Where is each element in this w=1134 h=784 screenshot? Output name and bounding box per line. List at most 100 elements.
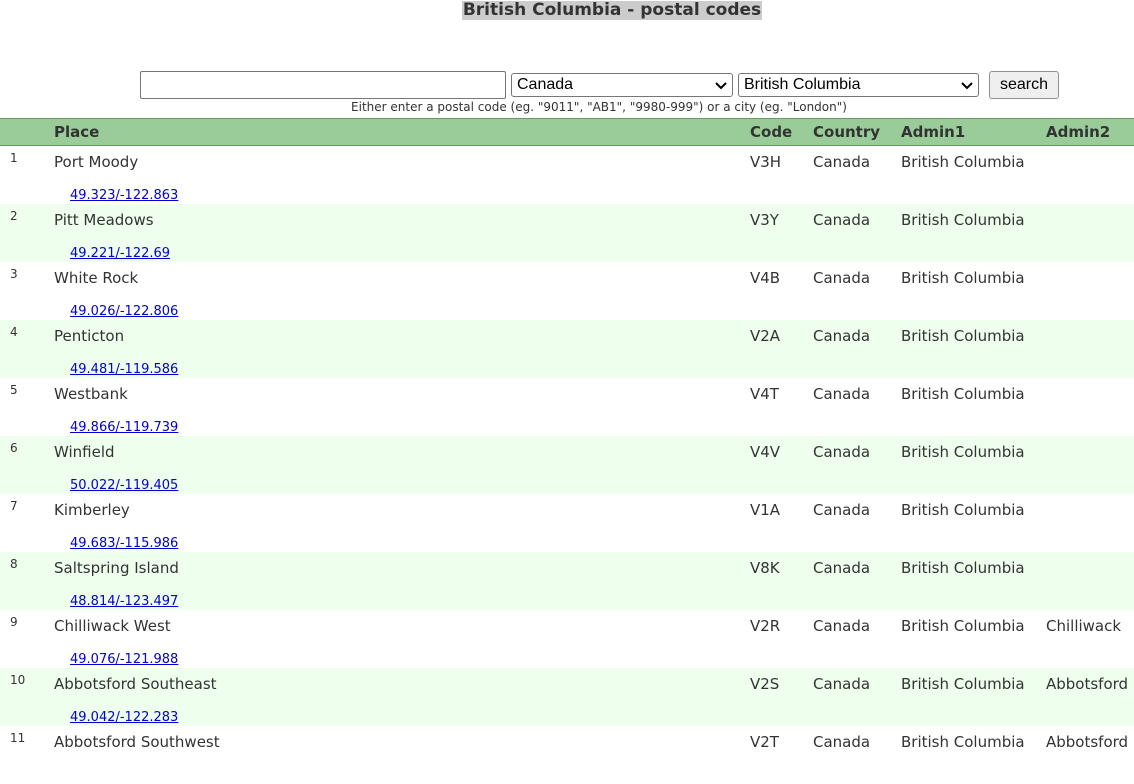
row-number: 2 <box>0 204 54 235</box>
row-spacer <box>0 351 54 378</box>
admin2-name <box>1046 552 1134 583</box>
row-number: 5 <box>0 378 54 409</box>
place-name: Chilliwack West <box>54 610 750 641</box>
table-row: 5WestbankV4TCanadaBritish Columbia <box>0 378 1134 409</box>
coordinates-link[interactable]: 49.481/-119.586 <box>70 362 178 377</box>
table-row-coords: 49.323/-122.863 <box>0 177 1134 204</box>
admin2-name <box>1046 262 1134 293</box>
results-table: Place Code Country Admin1 Admin2 1Port M… <box>0 118 1134 784</box>
coords-cell: 49.076/-121.988 <box>54 641 1134 668</box>
country-select-value: Canada <box>517 76 573 93</box>
coords-cell: 49.042/-122.283 <box>54 699 1134 726</box>
header-admin1[interactable]: Admin1 <box>901 119 1046 146</box>
admin1-name: British Columbia <box>901 494 1046 525</box>
place-name: Kimberley <box>54 494 750 525</box>
country-name: Canada <box>813 204 901 235</box>
page-title-text: British Columbia - postal codes <box>462 1 762 20</box>
table-row: 9Chilliwack WestV2RCanadaBritish Columbi… <box>0 610 1134 641</box>
coordinates-link[interactable]: 49.683/-115.986 <box>70 536 178 551</box>
postal-code: V4B <box>750 262 813 293</box>
coordinates-link[interactable]: 50.022/-119.405 <box>70 478 178 493</box>
table-row: 4PentictonV2ACanadaBritish Columbia <box>0 320 1134 351</box>
coordinates-link[interactable]: 49.221/-122.69 <box>70 246 170 261</box>
row-spacer <box>0 583 54 610</box>
postal-code: V3Y <box>750 204 813 235</box>
chevron-down-icon <box>960 78 974 92</box>
table-header-row: Place Code Country Admin1 Admin2 <box>0 119 1134 146</box>
coords-cell: 49.683/-115.986 <box>54 525 1134 552</box>
header-place[interactable]: Place <box>54 119 750 146</box>
page-title: British Columbia - postal codes <box>0 0 1134 20</box>
admin1-name: British Columbia <box>901 726 1046 757</box>
table-row-coords: 50.022/-119.405 <box>0 467 1134 494</box>
admin1-name: British Columbia <box>901 610 1046 641</box>
row-spacer <box>0 525 54 552</box>
place-name: Westbank <box>54 378 750 409</box>
admin2-name <box>1046 436 1134 467</box>
country-name: Canada <box>813 494 901 525</box>
coordinates-link[interactable]: 49.866/-119.739 <box>70 420 178 435</box>
row-spacer <box>0 641 54 668</box>
header-admin2[interactable]: Admin2 <box>1046 119 1134 146</box>
place-name: Pitt Meadows <box>54 204 750 235</box>
table-row-coords <box>0 757 1134 784</box>
row-number: 7 <box>0 494 54 525</box>
results-body: 1Port MoodyV3HCanadaBritish Columbia49.3… <box>0 146 1134 784</box>
table-row-coords: 49.076/-121.988 <box>0 641 1134 668</box>
place-name: Winfield <box>54 436 750 467</box>
coords-cell: 49.221/-122.69 <box>54 235 1134 262</box>
coords-cell: 49.866/-119.739 <box>54 409 1134 436</box>
row-spacer <box>0 293 54 320</box>
table-row: 2Pitt MeadowsV3YCanadaBritish Columbia <box>0 204 1134 235</box>
header-code[interactable]: Code <box>750 119 813 146</box>
table-row: 11Abbotsford SouthwestV2TCanadaBritish C… <box>0 726 1134 757</box>
admin1-name: British Columbia <box>901 204 1046 235</box>
admin2-name <box>1046 494 1134 525</box>
admin1-name: British Columbia <box>901 320 1046 351</box>
admin2-name: Abbotsford <box>1046 726 1134 757</box>
search-button[interactable]: search <box>989 71 1059 99</box>
coordinates-link[interactable]: 48.814/-123.497 <box>70 594 178 609</box>
table-row-coords: 49.026/-122.806 <box>0 293 1134 320</box>
row-spacer <box>0 235 54 262</box>
table-row: 6WinfieldV4VCanadaBritish Columbia <box>0 436 1134 467</box>
place-name: Abbotsford Southeast <box>54 668 750 699</box>
table-row-coords: 49.481/-119.586 <box>0 351 1134 378</box>
coordinates-link[interactable]: 49.042/-122.283 <box>70 710 178 725</box>
place-name: Saltspring Island <box>54 552 750 583</box>
table-row-coords: 49.683/-115.986 <box>0 525 1134 552</box>
header-country[interactable]: Country <box>813 119 901 146</box>
table-row-coords: 49.042/-122.283 <box>0 699 1134 726</box>
place-name: White Rock <box>54 262 750 293</box>
search-hint: Either enter a postal code (eg. "9011", … <box>0 100 1134 114</box>
row-number: 6 <box>0 436 54 467</box>
coordinates-link[interactable]: 49.026/-122.806 <box>70 304 178 319</box>
table-row: 10Abbotsford SoutheastV2SCanadaBritish C… <box>0 668 1134 699</box>
coords-cell: 49.323/-122.863 <box>54 177 1134 204</box>
postal-code: V8K <box>750 552 813 583</box>
admin1-name: British Columbia <box>901 378 1046 409</box>
place-name: Port Moody <box>54 146 750 178</box>
postal-code: V1A <box>750 494 813 525</box>
table-row: 8Saltspring IslandV8KCanadaBritish Colum… <box>0 552 1134 583</box>
country-select[interactable]: Canada <box>511 73 733 97</box>
coordinates-link[interactable]: 49.076/-121.988 <box>70 652 178 667</box>
admin1-name: British Columbia <box>901 552 1046 583</box>
table-row-coords: 48.814/-123.497 <box>0 583 1134 610</box>
row-number: 1 <box>0 146 54 178</box>
postal-code: V4V <box>750 436 813 467</box>
coordinates-link[interactable]: 49.323/-122.863 <box>70 188 178 203</box>
country-name: Canada <box>813 320 901 351</box>
chevron-down-icon <box>714 78 728 92</box>
country-name: Canada <box>813 552 901 583</box>
admin2-name: Chilliwack <box>1046 610 1134 641</box>
country-name: Canada <box>813 146 901 178</box>
admin1-name: British Columbia <box>901 146 1046 178</box>
admin1-select[interactable]: British Columbia <box>738 73 979 97</box>
admin1-name: British Columbia <box>901 262 1046 293</box>
admin1-name: British Columbia <box>901 668 1046 699</box>
row-spacer <box>0 409 54 436</box>
coords-cell <box>54 757 1134 784</box>
row-spacer <box>0 177 54 204</box>
search-input[interactable] <box>140 71 506 99</box>
